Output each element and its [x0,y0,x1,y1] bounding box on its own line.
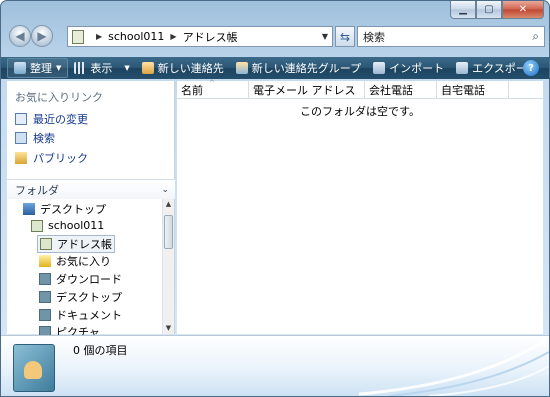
tree-label: お気に入り [56,255,111,268]
back-button[interactable]: ◀ [9,25,31,47]
user-folder-icon [31,219,43,232]
address-folder-icon [72,29,84,44]
command-bar: 整理 ▼ 表示 ▼ 新しい連絡先 新しい連絡先グループ インポート エクスポート… [1,57,549,79]
tree-item-favorites[interactable]: お気に入り [39,253,111,269]
tree-label: デスクトップ [40,203,106,216]
address-book-icon [40,238,52,250]
caption-buttons: ▁ ▢ ✕ [450,1,544,19]
column-label: 自宅電話 [441,84,485,97]
import-button[interactable]: インポート [367,58,450,78]
new-group-label: 新しい連絡先グループ [251,62,362,75]
column-name[interactable]: ^ 名前 [177,79,249,99]
chevron-down-icon: ▼ [124,64,130,72]
forward-arrow-icon: ▶ [37,29,47,43]
tree-label: ドキュメント [56,309,122,322]
search-placeholder: 検索 [363,30,385,44]
new-group-button[interactable]: 新しい連絡先グループ [230,58,367,78]
search-folder-icon [15,132,27,144]
navigation-bar: ◀ ▶ ▶ school011 ▶ アドレス帳 ▼ ⇆ 検索 ⌕ [7,23,545,51]
desktop-icon [23,203,35,215]
tree-scrollbar[interactable]: ▲ ▼ [162,199,174,334]
address-dropdown-icon[interactable]: ▼ [322,32,328,41]
organize-label: 整理 [30,62,52,75]
favorite-label: 検索 [33,132,55,145]
tree-item-address-book[interactable]: アドレス帳 [37,235,115,253]
tree-item-desktop[interactable]: デスクトップ [23,201,106,217]
decorative-swoosh [359,336,549,396]
column-home-phone[interactable]: 自宅電話 [437,81,509,99]
maximize-button[interactable]: ▢ [476,1,502,19]
favorite-label: 最近の変更 [33,113,88,126]
explorer-window: ▁ ▢ ✕ ◀ ▶ ▶ school011 ▶ アドレス帳 ▼ ⇆ 検索 ⌕ 整… [0,0,550,397]
new-contact-label: 新しい連絡先 [157,62,224,75]
breadcrumb-school011[interactable]: school011 [108,30,164,43]
new-contact-button[interactable]: 新しい連絡先 [136,58,230,78]
organize-icon [14,62,26,74]
contact-icon [141,62,154,74]
breadcrumb-separator-icon[interactable]: ▶ [96,32,102,41]
column-header-row: ^ 名前 電子メール アドレス 会社電話 自宅電話 [177,79,543,99]
navigation-pane: お気に入りリンク 最近の変更 検索 パブリック フォルダ ⌄ デスクトップ sc… [7,81,175,339]
scrollbar-thumb[interactable] [164,215,173,249]
import-label: インポート [389,62,445,75]
recent-changes-icon [15,113,27,125]
help-icon[interactable]: ? [523,60,539,76]
tree-item-documents[interactable]: ドキュメント [39,307,122,323]
organize-button[interactable]: 整理 ▼ [7,58,69,78]
column-label: 会社電話 [369,84,413,97]
favorite-recent-changes[interactable]: 最近の変更 [15,111,88,127]
favorite-links-heading: お気に入りリンク [15,91,103,104]
contact-list: ^ 名前 電子メール アドレス 会社電話 自宅電話 このフォルダは空です。 [177,79,543,334]
breadcrumb-separator-icon[interactable]: ▶ [170,32,176,41]
favorite-public[interactable]: パブリック [15,150,88,166]
export-icon [456,62,469,74]
search-input[interactable]: 検索 ⌕ [357,26,545,47]
folders-heading: フォルダ [15,183,59,197]
back-arrow-icon: ◀ [15,29,25,43]
column-label: 電子メール アドレス [253,84,356,97]
column-email[interactable]: 電子メール アドレス [249,81,365,99]
views-icon [74,62,87,74]
tree-item-user[interactable]: school011 [31,219,104,232]
scroll-up-icon[interactable]: ▲ [163,199,174,210]
sort-ascending-icon: ^ [209,79,215,87]
documents-icon [39,309,51,321]
chevron-down-icon: ⌄ [161,184,169,195]
tree-item-desktop-2[interactable]: デスクトップ [39,289,122,305]
column-label: 名前 [181,84,203,97]
favorite-label: パブリック [33,152,88,165]
views-button[interactable]: 表示 ▼ [68,58,135,78]
details-pane: 0 個の項目 [1,335,549,396]
empty-folder-message: このフォルダは空です。 [300,105,420,118]
refresh-icon: ⇆ [339,29,351,44]
chevron-down-icon: ▼ [56,64,62,72]
desktop-folder-icon [39,291,51,303]
address-bar[interactable]: ▶ school011 ▶ アドレス帳 ▼ [67,26,333,47]
tree-label: デスクトップ [56,291,122,304]
tree-item-downloads[interactable]: ダウンロード [39,271,122,287]
column-business-phone[interactable]: 会社電話 [365,81,437,99]
search-icon[interactable]: ⌕ [532,29,539,44]
tree-label: ダウンロード [56,273,122,286]
scroll-down-icon[interactable]: ▼ [163,323,174,334]
public-folder-icon [15,152,27,164]
import-icon [373,62,386,74]
refresh-button[interactable]: ⇆ [335,26,355,47]
close-button[interactable]: ✕ [502,1,544,19]
favorites-icon [39,255,51,267]
favorite-search[interactable]: 検索 [15,130,55,146]
tree-label: アドレス帳 [57,238,112,251]
breadcrumb-address-book[interactable]: アドレス帳 [183,29,238,45]
forward-button[interactable]: ▶ [31,25,53,47]
address-book-large-icon [13,344,55,392]
minimize-button[interactable]: ▁ [450,1,476,19]
folders-header[interactable]: フォルダ ⌄ [7,179,175,199]
contact-group-icon [235,62,248,74]
views-label: 表示 [90,62,113,75]
downloads-icon [39,273,51,285]
item-count: 0 個の項目 [73,344,128,357]
tree-label: school011 [48,219,105,232]
